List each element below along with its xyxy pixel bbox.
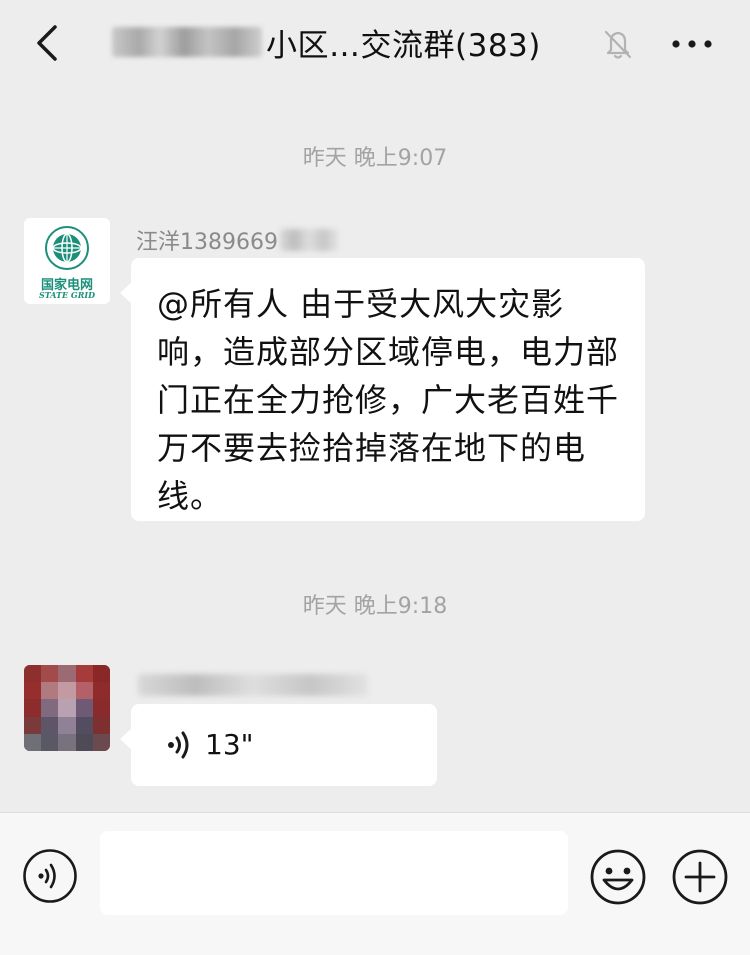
avatar-label-en: STATE GRID [38, 290, 96, 300]
avatar-state-grid[interactable]: 国家电网 STATE GRID [24, 218, 110, 304]
message-timestamp: 昨天 晚上9:18 [302, 594, 448, 619]
redacted-sender-suffix [279, 229, 338, 251]
emoji-button[interactable] [589, 848, 647, 906]
pixelated-avatar [24, 665, 110, 751]
plus-circle-icon [672, 849, 728, 905]
more-functions-button[interactable] [671, 848, 729, 906]
redacted-sender-name [138, 674, 368, 696]
ellipsis-icon [672, 40, 712, 48]
input-bar [0, 812, 750, 955]
voice-input-icon [23, 849, 77, 903]
more-options-button[interactable] [664, 24, 720, 64]
message-text: @所有人 由于受大风大灾影响，造成部分区域停电，电力部门正在全力抢修，广大老百姓… [157, 285, 620, 515]
back-button[interactable] [28, 20, 68, 66]
voice-message-bubble[interactable]: 13" [120, 704, 437, 786]
message-bubble[interactable]: @所有人 由于受大风大灾影响，造成部分区域停电，电力部门正在全力抢修，广大老百姓… [120, 258, 645, 521]
chat-header: 小区…交流群(383) [0, 0, 750, 86]
message-input[interactable] [100, 831, 568, 915]
voice-duration: 13" [205, 728, 254, 761]
message-timestamp: 昨天 晚上9:07 [302, 146, 448, 171]
sender-name: 汪洋1389669 [136, 224, 338, 256]
avatar-redacted[interactable] [24, 665, 110, 751]
sender-name-text: 汪洋1389669 [136, 230, 278, 255]
voice-message-content: 13" [167, 728, 254, 761]
voice-wave-icon [168, 731, 189, 758]
chevron-left-icon [37, 25, 57, 61]
redacted-title-prefix [112, 27, 262, 57]
bell-off-icon [604, 30, 632, 59]
chat-title-text: 小区…交流群(383) [266, 27, 541, 64]
emoji-icon [590, 849, 646, 905]
sender-name-redacted [138, 674, 368, 696]
mute-indicator [600, 26, 636, 62]
voice-input-button[interactable] [22, 848, 78, 904]
chat-title: 小区…交流群(383) [112, 18, 541, 66]
